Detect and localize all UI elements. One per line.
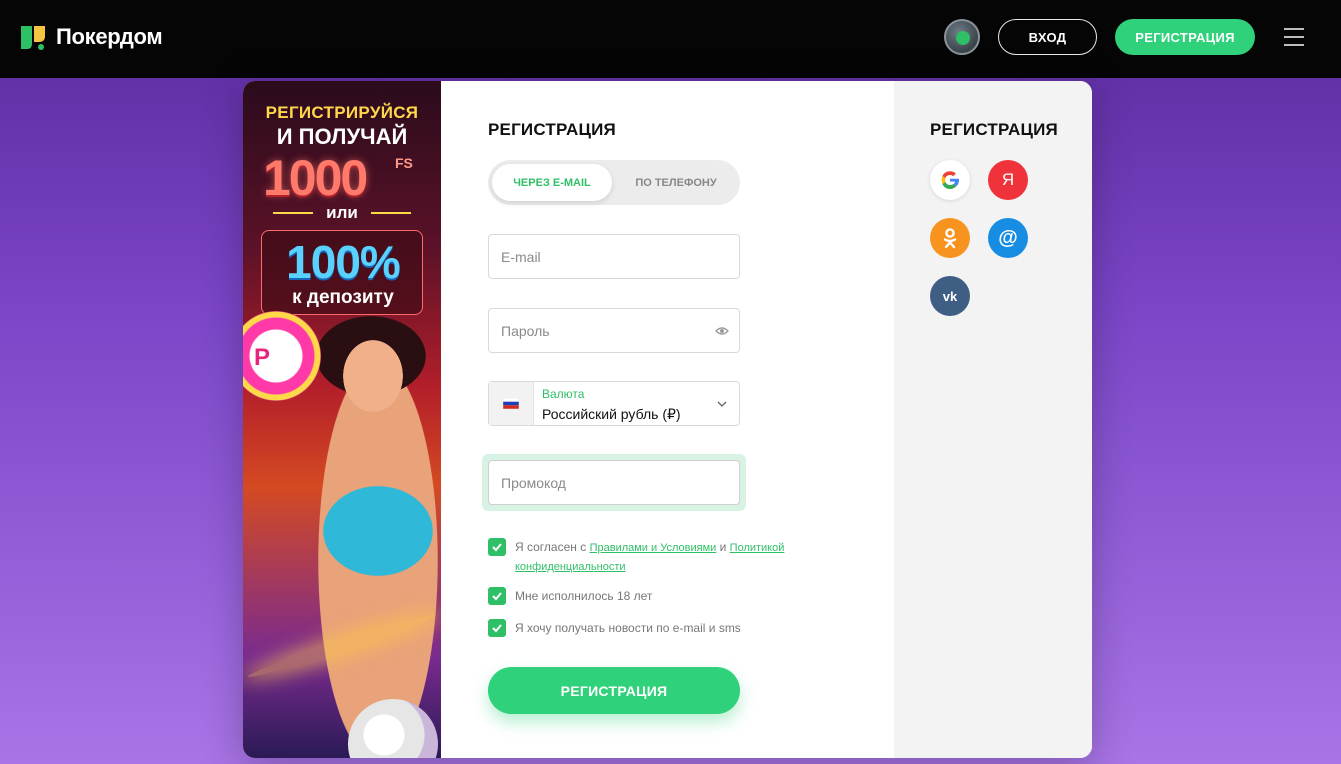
email-field	[488, 234, 740, 279]
age-row: Мне исполнилось 18 лет	[488, 587, 652, 605]
google-icon[interactable]	[930, 160, 970, 200]
rules-link[interactable]: Правилами и Условиями	[590, 542, 717, 554]
check-icon	[492, 624, 502, 633]
chevron-down-icon	[717, 401, 727, 407]
agree-terms-row: Я согласен с Правилами и Условиями и Пол…	[488, 538, 815, 576]
banner-deposit: к депозиту	[292, 287, 394, 308]
banner-percent: 100%	[286, 236, 401, 288]
google-logo	[941, 171, 959, 189]
russia-flag-icon	[503, 398, 519, 409]
menu-icon[interactable]	[1284, 28, 1304, 46]
registration-form: РЕГИСТРАЦИЯ ЧЕРЕЗ E-MAIL ПО ТЕЛЕФОНУ E-m…	[441, 81, 894, 758]
social-registration: РЕГИСТРАЦИЯ Я @ vk	[894, 81, 1092, 758]
banner-line1: РЕГИСТРИРУЙСЯ	[265, 103, 419, 122]
agree-terms-text: Я согласен с Правилами и Условиями и Пол…	[515, 538, 815, 576]
age-text: Мне исполнилось 18 лет	[515, 589, 653, 603]
banner-fs: FS	[395, 155, 413, 171]
brand-name: Покердом	[56, 24, 163, 49]
flag-box	[489, 382, 534, 425]
news-row: Я хочу получать новости по e-mail и sms	[488, 619, 741, 637]
yandex-icon[interactable]: Я	[988, 160, 1028, 200]
password-input[interactable]	[489, 309, 739, 352]
age-checkbox[interactable]	[488, 587, 506, 605]
agree-terms-checkbox[interactable]	[488, 538, 506, 556]
promo-field	[488, 460, 740, 505]
submit-registration-button[interactable]: РЕГИСТРАЦИЯ	[488, 667, 740, 714]
promo-banner: РЕГИСТРИРУЙСЯ И ПОЛУЧАЙ 1000 FS или 100%…	[243, 81, 441, 758]
email-input[interactable]	[489, 235, 739, 278]
register-button[interactable]: РЕГИСТРАЦИЯ	[1115, 19, 1255, 55]
logo[interactable]: Покердом	[18, 22, 163, 52]
tab-email[interactable]: ЧЕРЕЗ E-MAIL	[492, 164, 612, 201]
registration-method-tabs: ЧЕРЕЗ E-MAIL ПО ТЕЛЕФОНУ	[488, 160, 740, 205]
currency-label: Валюта	[542, 387, 585, 401]
ok-icon[interactable]	[930, 218, 970, 258]
banner-illustration	[303, 311, 441, 758]
registration-modal: РЕГИСТРИРУЙСЯ И ПОЛУЧАЙ 1000 FS или 100%…	[243, 81, 1092, 758]
currency-value: Российский рубль (₽)	[542, 406, 681, 422]
form-title: РЕГИСТРАЦИЯ	[488, 120, 616, 139]
agree-and: и	[716, 540, 730, 554]
news-text: Я хочу получать новости по e-mail и sms	[515, 621, 741, 635]
password-field	[488, 308, 740, 353]
eye-icon[interactable]	[715, 324, 729, 338]
privacy-link-2[interactable]: конфиденциальности	[515, 561, 626, 573]
social-title: РЕГИСТРАЦИЯ	[930, 120, 1058, 139]
promo-focus-ring	[482, 454, 746, 511]
vk-icon[interactable]: vk	[930, 276, 970, 316]
logo-icon	[21, 26, 45, 50]
mail-icon[interactable]: @	[988, 218, 1028, 258]
language-button[interactable]	[944, 19, 980, 55]
odnoklassniki-logo	[943, 228, 957, 249]
check-icon	[492, 543, 502, 552]
banner-deposit-box: 100% к депозиту	[261, 230, 423, 315]
agree-prefix: Я согласен с	[515, 540, 590, 554]
login-button[interactable]: ВХОД	[998, 19, 1097, 55]
news-checkbox[interactable]	[488, 619, 506, 637]
banner-line2: И ПОЛУЧАЙ	[276, 124, 408, 149]
globe-icon	[956, 31, 970, 45]
promo-input[interactable]	[489, 461, 739, 504]
banner-amount: 1000	[263, 150, 368, 206]
banner-divider-right	[371, 212, 411, 214]
check-icon	[492, 592, 502, 601]
currency-select[interactable]: Валюта Российский рубль (₽)	[488, 381, 740, 426]
banner-or: или	[326, 203, 358, 222]
top-bar: Покердом ВХОД РЕГИСТРАЦИЯ	[0, 0, 1341, 78]
tab-phone[interactable]: ПО ТЕЛЕФОНУ	[616, 164, 736, 201]
privacy-link-1[interactable]: Политикой	[730, 542, 785, 554]
